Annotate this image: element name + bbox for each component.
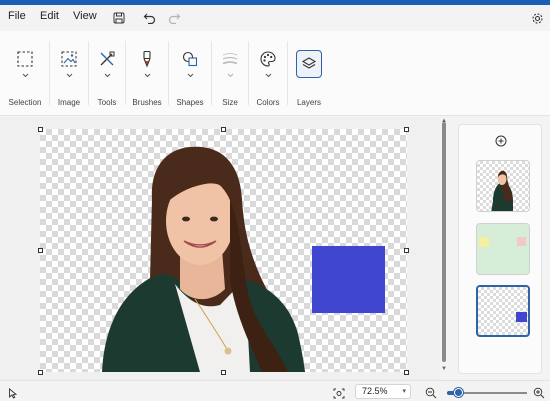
pointer-icon[interactable] [8, 386, 18, 399]
yellow-square-shape [479, 237, 489, 247]
status-bar: 72.5% ▾ [0, 380, 550, 401]
layers-toggle-button[interactable] [296, 50, 322, 78]
chevron-down-icon: ▾ [402, 388, 406, 395]
resize-handle[interactable] [404, 127, 409, 132]
zoom-value: 72.5% [362, 386, 388, 396]
layer-thumbnail-blue-square[interactable] [476, 285, 530, 337]
selection-label: Selection [8, 98, 42, 107]
chevron-down-icon[interactable] [264, 72, 272, 78]
chevron-down-icon[interactable] [143, 72, 151, 78]
resize-handle[interactable] [38, 248, 43, 253]
layer-thumbnail-portrait[interactable] [476, 160, 530, 212]
zoom-out-icon[interactable] [425, 386, 437, 399]
colors-group[interactable]: Colors [249, 31, 287, 116]
gear-icon[interactable] [529, 10, 545, 26]
layers-icon [301, 57, 317, 69]
redo-icon[interactable] [166, 10, 182, 26]
resize-handle[interactable] [221, 127, 226, 132]
blue-square-thumbnail [516, 312, 527, 322]
chevron-down-icon[interactable] [21, 72, 29, 78]
resize-handle[interactable] [38, 127, 43, 132]
chevron-down-icon[interactable] [103, 72, 111, 78]
blue-square-shape[interactable] [312, 246, 385, 313]
resize-handle[interactable] [221, 370, 226, 375]
tools-group[interactable]: Tools [89, 31, 125, 116]
image-icon[interactable] [59, 49, 79, 69]
size-group[interactable]: Size [212, 31, 248, 116]
add-layer-icon[interactable] [494, 134, 508, 148]
tools-label: Tools [97, 98, 117, 107]
brushes-group[interactable]: Brushes [126, 31, 168, 116]
resize-handle[interactable] [38, 370, 43, 375]
menu-edit[interactable]: Edit [40, 10, 59, 22]
stroke-size-icon[interactable] [220, 49, 240, 69]
menu-file[interactable]: File [8, 10, 26, 22]
zoom-slider-thumb[interactable] [454, 388, 463, 397]
layer-thumbnail-background[interactable] [476, 223, 530, 275]
resize-handle[interactable] [404, 248, 409, 253]
drawing-canvas[interactable] [40, 129, 407, 372]
chevron-down-icon[interactable] [226, 72, 234, 78]
zoom-in-icon[interactable] [533, 386, 545, 399]
fit-to-window-icon[interactable] [333, 386, 345, 399]
shapes-label: Shapes [176, 98, 204, 107]
scroll-down-arrow[interactable]: ▼ [440, 366, 448, 372]
zoom-level-select[interactable]: 72.5% ▾ [355, 384, 411, 399]
size-label: Size [222, 98, 238, 107]
layers-panel [458, 124, 542, 374]
chevron-down-icon[interactable] [186, 72, 194, 78]
shapes-group[interactable]: Shapes [169, 31, 211, 116]
canvas-workspace[interactable] [0, 117, 440, 380]
pink-square-shape [517, 237, 526, 246]
brush-icon[interactable] [137, 49, 157, 69]
save-icon[interactable] [111, 10, 127, 26]
vertical-scrollbar[interactable] [442, 122, 446, 362]
portrait-thumbnail [491, 170, 513, 211]
shapes-icon[interactable] [180, 49, 200, 69]
image-group[interactable]: Image [50, 31, 88, 116]
menu-bar: File Edit View [0, 5, 550, 31]
layers-group[interactable]: Layers [288, 31, 330, 116]
tools-icon[interactable] [97, 49, 117, 69]
menu-view[interactable]: View [73, 10, 97, 22]
layers-label: Layers [296, 98, 321, 107]
colors-label: Colors [256, 98, 280, 107]
selection-group[interactable]: Selection [0, 31, 50, 116]
ribbon-toolbar: Selection Image Tools Brushes Shapes Siz… [0, 31, 550, 116]
undo-icon[interactable] [141, 10, 157, 26]
palette-icon[interactable] [258, 49, 278, 69]
brushes-label: Brushes [132, 98, 162, 107]
selection-icon[interactable] [15, 49, 35, 69]
image-label: Image [57, 98, 81, 107]
chevron-down-icon[interactable] [65, 72, 73, 78]
resize-handle[interactable] [404, 370, 409, 375]
